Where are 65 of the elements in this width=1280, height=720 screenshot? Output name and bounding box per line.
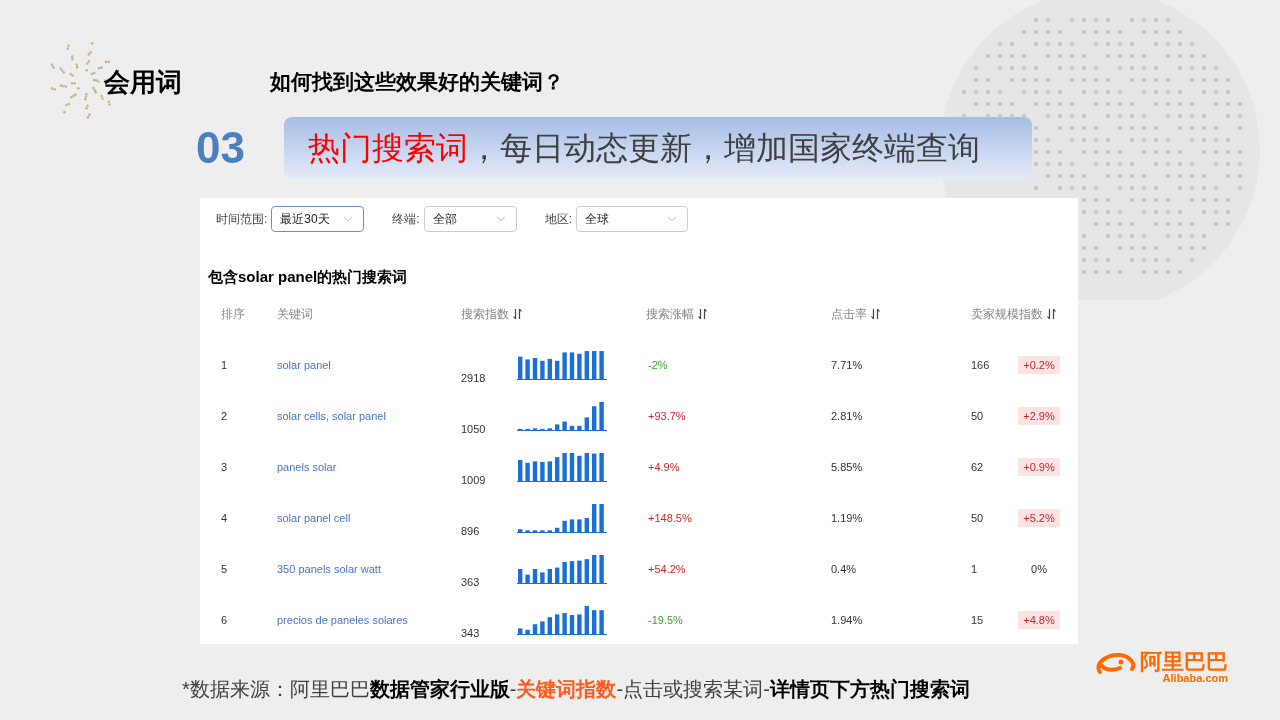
growth-cell: +54.2% [648,562,686,575]
column-header[interactable]: 卖家规模指数 [971,304,1056,323]
change-badge: +0.9% [1018,457,1060,477]
growth-cell: -19.5% [648,613,683,626]
sort-icon[interactable] [871,307,880,320]
ctr-cell: 0.4% [831,562,857,575]
filter-dropdown[interactable]: 全球 [576,206,689,232]
ctr-cell: 5.85% [831,460,863,473]
index-cell-text: 2918 [461,370,487,386]
change-badge: +2.9% [1018,406,1060,426]
column-header[interactable]: 搜索涨幅 [646,304,707,323]
keyword-link[interactable]: 350 panels solar watt [277,562,381,575]
filter-dropdown[interactable]: 全部 [423,206,517,232]
seller-cell-text: 15 [971,612,985,628]
alibaba-logo: 阿里巴巴 Alibaba.com [1094,650,1228,684]
source-note: *数据来源：阿里巴巴数据管家行业版-关键词指数-点击或搜索某词-详情页下方热门搜索词 [182,677,970,702]
rank-cell: 3 [221,460,228,473]
ctr-cell: 7.71% [831,358,863,371]
index-cell-text: 343 [461,625,481,641]
rank-cell: 5 [221,562,228,575]
column-header: 关键词 [277,305,313,323]
seller-cell-text: 50 [971,510,985,526]
keyword-link[interactable]: solar panel [277,358,331,371]
banner: 热门搜索词，每日动态更新，增加国家终端查询 [284,117,1032,179]
sort-icon[interactable] [513,307,522,320]
filter-dropdown[interactable]: 最近30天 [271,206,365,232]
rank-cell: 4 [221,511,228,524]
sort-icon[interactable] [698,307,707,320]
keyword-link[interactable]: solar panel cell [277,511,351,524]
seller-cell-text: 166 [971,357,991,373]
keyword-link[interactable]: panels solar [277,460,337,473]
seller-cell-text: 62 [971,459,985,475]
change-badge: +0.2% [1018,355,1060,375]
keyword-link[interactable]: solar cells, solar panel [277,409,386,422]
rank-cell: 2 [221,409,228,422]
column-header: 排序 [221,305,245,323]
keyword-link[interactable]: precios de paneles solares [277,613,408,626]
rank-cell: 6 [221,613,228,626]
seller-cell-text: 1 [971,561,979,577]
sort-icon[interactable] [1047,307,1056,320]
growth-cell: +93.7% [648,409,686,422]
ctr-cell: 1.94% [831,613,863,626]
filter-label: 终端: [392,211,420,228]
seller-cell-text: 50 [971,408,985,424]
filter-label: 地区: [544,211,573,228]
rank-cell: 1 [221,358,228,371]
index-cell-text: 1050 [461,421,487,437]
column-header[interactable]: 搜索指数 [461,304,522,323]
section-title: 会用词 [104,65,183,99]
growth-cell: -2% [648,358,668,371]
index-cell-text: 1009 [461,472,487,488]
growth-cell: +4.9% [648,460,680,473]
index-cell-text: 896 [461,523,481,539]
index-cell-text: 363 [461,574,481,590]
change-badge: +4.8% [1018,610,1060,630]
ctr-cell: 2.81% [831,409,863,422]
change-value: 0% [1030,561,1048,577]
step-number: 03 [196,122,246,174]
change-badge: +5.2% [1018,508,1060,528]
ctr-cell: 1.19% [831,511,863,524]
column-header[interactable]: 点击率 [831,304,880,323]
question-title: 如何找到这些效果好的关键词？ [270,69,564,96]
growth-cell: +148.5% [648,511,692,524]
table-title: 包含solar panel的热门搜索词 [207,267,409,287]
filter-label: 时间范围: [216,211,268,228]
